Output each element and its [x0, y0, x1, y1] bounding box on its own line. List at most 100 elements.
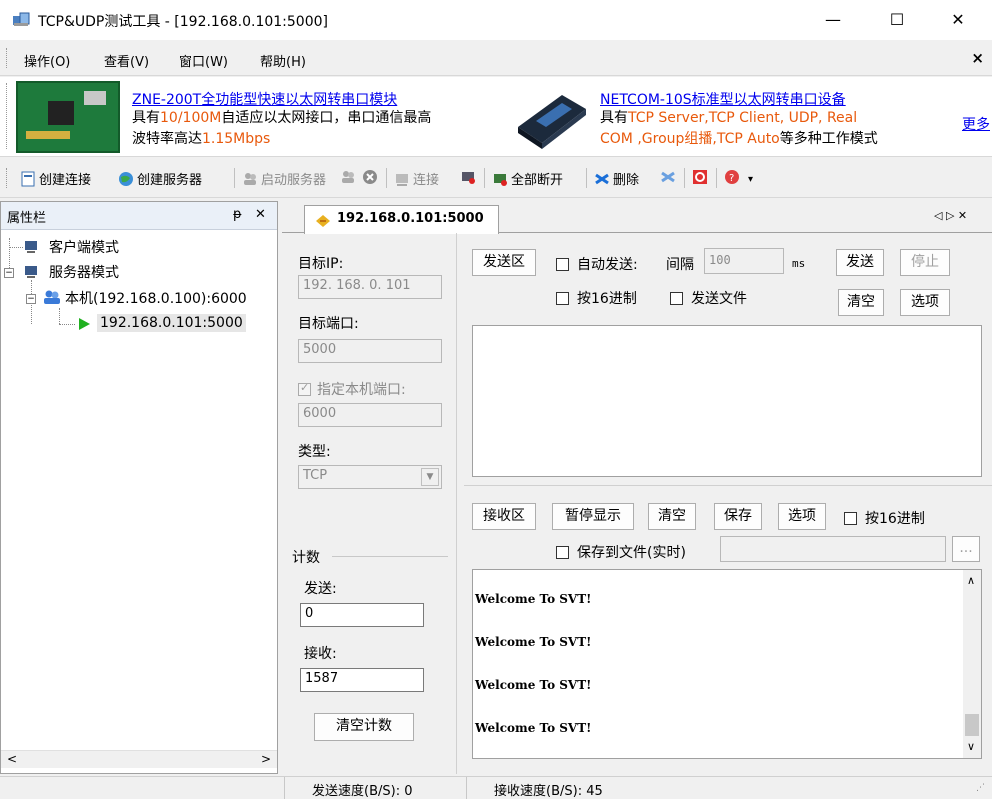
sent-count-label: 发送:: [304, 581, 337, 597]
create-server-button[interactable]: 创建服务器: [118, 169, 202, 188]
disconnect-button[interactable]: [460, 169, 476, 185]
chip-icon: [48, 101, 74, 125]
target-ip-label: 目标IP:: [298, 256, 344, 272]
ad-banner: ZNE-200T全功能型快速以太网转串口模块 具有10/100M自适应以太网接口…: [0, 77, 992, 157]
scroll-left-icon[interactable]: <: [7, 752, 17, 766]
send-options-button[interactable]: 选项: [900, 289, 950, 316]
settings-pane: 目标IP: 192. 168. 0. 101 目标端口: 5000 ✓ 指定本机…: [282, 233, 457, 774]
tree-item-client-mode[interactable]: 客户端模式: [49, 237, 119, 257]
send-speed: 发送速度(B/S): 0: [312, 784, 413, 799]
recv-count-field[interactable]: 1587: [300, 668, 424, 692]
send-file-label: 发送文件: [691, 291, 747, 307]
start-server-label: 启动服务器: [261, 173, 327, 188]
status-bar: 发送速度(B/S): 0 接收速度(B/S): 45 ⋰: [0, 776, 992, 799]
sent-count-field[interactable]: 0: [300, 603, 424, 627]
toolbar-separator: [234, 168, 235, 188]
count-group-label: 计数: [292, 550, 320, 566]
toolbar-separator: [716, 168, 717, 188]
chevron-down-icon[interactable]: ▼: [421, 468, 439, 486]
send-area-label-button[interactable]: 发送区: [472, 249, 536, 276]
menu-close-icon[interactable]: ×: [971, 49, 984, 67]
stop-server-button[interactable]: [340, 169, 356, 185]
globe-icon: [119, 171, 133, 186]
tab-nav-icons[interactable]: ◁ ▷ ✕: [934, 209, 967, 222]
send-button[interactable]: 发送: [836, 249, 884, 276]
send-clear-button[interactable]: 清空: [838, 289, 884, 316]
menu-view[interactable]: 查看(V): [104, 51, 149, 70]
toolbar-overflow-icon[interactable]: ▾: [748, 174, 753, 185]
area-divider: [464, 485, 992, 486]
toolbar-separator: [484, 168, 485, 188]
target-ip-field[interactable]: 192. 168. 0. 101: [298, 275, 442, 299]
collapse-toggle-icon[interactable]: −: [26, 294, 36, 304]
toolbar-separator: [586, 168, 587, 188]
clear-count-button[interactable]: 清空计数: [314, 713, 414, 741]
users-icon: [244, 172, 256, 185]
stop-all-button[interactable]: [692, 169, 708, 185]
delete-button[interactable]: 删除: [594, 169, 639, 188]
auto-send-checkbox[interactable]: 自动发送:: [556, 254, 638, 274]
disconnect-all-button[interactable]: 全部断开: [492, 169, 563, 188]
local-port-field[interactable]: 6000: [298, 403, 442, 427]
stop-icon-button[interactable]: [362, 169, 378, 185]
tree-item-server-mode[interactable]: 服务器模式: [49, 262, 119, 282]
scroll-down-icon[interactable]: ∨: [967, 740, 975, 753]
interval-field[interactable]: 100: [704, 248, 784, 274]
minimize-button[interactable]: —: [810, 6, 856, 34]
start-server-button[interactable]: 启动服务器: [242, 169, 326, 188]
send-textarea[interactable]: [472, 325, 982, 477]
ad2-title-link[interactable]: NETCOM-10S标准型以太网转串口设备: [600, 89, 846, 109]
stop-button[interactable]: 停止: [900, 249, 950, 276]
users-stop-icon: [342, 171, 354, 183]
browse-button[interactable]: ...: [952, 536, 980, 562]
status-divider: [284, 777, 285, 799]
menu-help[interactable]: 帮助(H): [260, 51, 306, 70]
menu-window[interactable]: 窗口(W): [179, 51, 228, 70]
create-connection-button[interactable]: 创建连接: [20, 169, 91, 188]
local-port-check-label: 指定本机端口:: [317, 382, 406, 398]
recv-hex-checkbox[interactable]: 按16进制: [844, 508, 925, 528]
send-file-checkbox[interactable]: 发送文件: [670, 288, 747, 308]
local-port-checkbox[interactable]: ✓ 指定本机端口:: [298, 379, 406, 399]
send-hex-checkbox[interactable]: 按16进制: [556, 288, 637, 308]
panel-close-icon[interactable]: ✕: [255, 207, 266, 222]
scroll-up-icon[interactable]: ∧: [967, 574, 975, 587]
tab-strip: 192.168.0.101:5000 ◁ ▷ ✕: [282, 201, 992, 234]
ad2-line2-b: TCP Server,TCP Client, UDP, Real: [628, 110, 858, 126]
recv-line: Welcome To SVT!: [475, 592, 592, 606]
auto-send-check-icon: [556, 257, 569, 271]
recv-area-label-button[interactable]: 接收区: [472, 503, 536, 530]
connect-button[interactable]: 连接: [394, 169, 439, 188]
pin-icon[interactable]: ᵽ: [233, 207, 242, 222]
horizontal-scrollbar[interactable]: < >: [1, 750, 277, 768]
recv-textarea[interactable]: Welcome To SVT! Welcome To SVT! Welcome …: [472, 569, 982, 759]
ad1-title-link[interactable]: ZNE-200T全功能型快速以太网转串口模块: [132, 89, 397, 109]
help-button[interactable]: ?: [724, 169, 740, 185]
tree-item-session[interactable]: 192.168.0.101:5000: [97, 314, 246, 332]
target-port-field[interactable]: 5000: [298, 339, 442, 363]
type-select[interactable]: TCP ▼: [298, 465, 442, 489]
vertical-scrollbar[interactable]: ∧ ∨: [963, 570, 981, 758]
resize-grip-icon[interactable]: ⋰: [976, 783, 985, 793]
tree-item-local[interactable]: 本机(192.168.0.100):6000: [65, 288, 247, 308]
svg-text:?: ?: [729, 173, 734, 184]
send-hex-label: 按16进制: [577, 291, 637, 307]
menu-operate[interactable]: 操作(O): [24, 51, 70, 70]
recv-save-button[interactable]: 保存: [714, 503, 762, 530]
pause-display-button[interactable]: 暂停显示: [552, 503, 634, 530]
create-server-label: 创建服务器: [137, 173, 203, 188]
maximize-button[interactable]: ☐: [874, 6, 920, 34]
recv-line: Welcome To SVT!: [475, 721, 592, 735]
collapse-toggle-icon[interactable]: −: [4, 268, 14, 278]
recv-clear-button[interactable]: 清空: [648, 503, 696, 530]
more-link[interactable]: 更多: [962, 114, 990, 134]
delete-all-button[interactable]: [660, 169, 676, 185]
scroll-right-icon[interactable]: >: [261, 752, 271, 766]
tab-session[interactable]: 192.168.0.101:5000: [304, 205, 499, 234]
client-mode-icon: [25, 241, 37, 253]
scroll-thumb[interactable]: [965, 714, 979, 736]
save-file-path-field[interactable]: [720, 536, 946, 562]
save-to-file-checkbox[interactable]: 保存到文件(实时): [556, 542, 686, 562]
recv-options-button[interactable]: 选项: [778, 503, 826, 530]
close-button[interactable]: ✕: [935, 6, 981, 34]
